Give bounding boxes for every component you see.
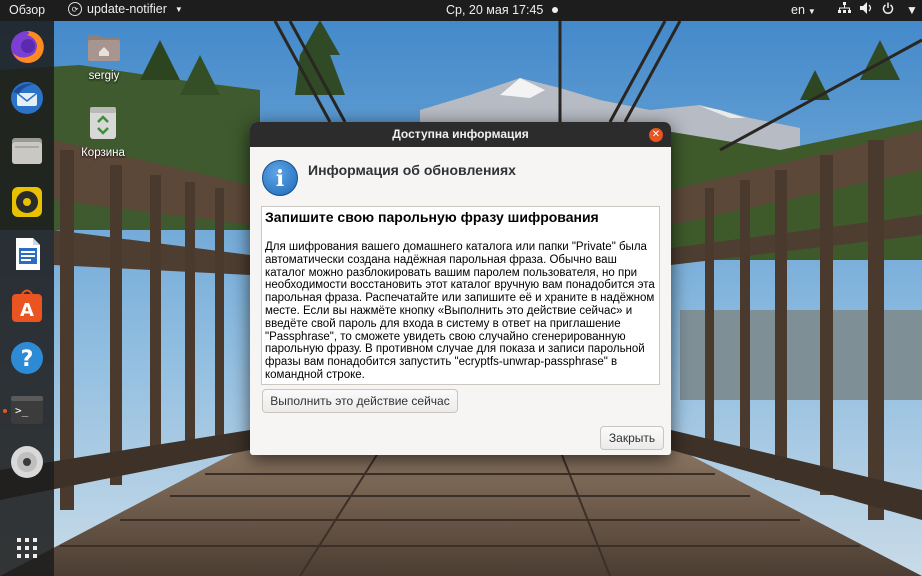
running-indicator-icon [3,409,7,413]
dock-help[interactable]: ? [8,339,46,377]
run-action-now-button[interactable]: Выполнить это действие сейчас [262,389,458,413]
dock-disc[interactable] [8,443,46,481]
dialog-header: i Информация об обновлениях [262,160,516,196]
dock-thunderbird[interactable] [8,79,46,117]
close-icon[interactable]: ✕ [649,128,663,142]
app-grid-icon [17,538,37,558]
clock[interactable]: Ср, 20 мая 17:45 [446,3,559,17]
network-icon [838,2,851,17]
terminal-icon: >_ [11,396,43,424]
dock-writer[interactable] [8,235,46,273]
chevron-down-icon: ▼ [906,2,918,17]
notification-dot-icon [552,7,559,13]
dialog-heading: Информация об обновлениях [308,162,516,178]
help-icon: ? [11,342,43,374]
desktop-icon-home[interactable]: sergiy [74,27,134,82]
info-text-area[interactable]: Запишите свою парольную фразу шифрования… [261,206,660,385]
svg-text:>_: >_ [15,404,29,417]
svg-text:?: ? [21,347,34,372]
desktop-icon-label: Корзина [81,147,125,159]
content-title: Запишите свою парольную фразу шифрования [265,209,599,225]
home-folder-icon [88,35,120,61]
trash-icon [90,107,116,139]
chevron-down-icon: ▼ [174,4,183,14]
power-icon [882,2,894,17]
dock-files[interactable] [8,131,46,169]
desktop-icon-label: sergiy [88,70,120,82]
dock-rhythmbox[interactable] [8,183,46,221]
files-icon [12,138,42,164]
activities-button[interactable]: Обзор [9,3,45,17]
update-info-dialog: Доступна информация ✕ i Информация об об… [250,122,671,455]
show-applications-button[interactable] [8,529,46,567]
app-menu[interactable]: ⟳ update-notifier ▼ [68,2,183,16]
dock: A ? >_ [0,21,54,576]
dock-firefox[interactable] [8,28,46,66]
language-menu[interactable]: en ▼ [791,3,816,17]
clock-label: Ср, 20 мая 17:45 [446,3,544,17]
dialog-title: Доступна информация [392,127,529,141]
language-label: en [791,3,805,17]
info-icon: i [262,160,298,196]
dock-terminal[interactable]: >_ [8,391,46,429]
app-menu-label: update-notifier [87,2,167,16]
content-body: Для шифрования вашего домашнего каталога… [265,241,655,381]
cd-icon [11,446,43,478]
writer-icon [16,238,40,270]
dock-software[interactable]: A [8,287,46,325]
volume-icon [860,2,873,17]
desktop-icon-trash[interactable]: Корзина [73,104,133,159]
software-center-icon: A [12,289,42,322]
system-menu[interactable]: ▼ [838,2,918,17]
dialog-titlebar[interactable]: Доступна информация ✕ [250,122,671,147]
firefox-icon [11,30,44,63]
top-bar: Обзор ⟳ update-notifier ▼ Ср, 20 мая 17:… [0,0,922,21]
update-notifier-icon: ⟳ [68,2,82,16]
rhythmbox-icon [12,187,42,217]
thunderbird-icon [11,82,43,114]
chevron-down-icon: ▼ [807,7,816,16]
close-button[interactable]: Закрыть [600,426,664,450]
svg-text:A: A [20,300,34,321]
